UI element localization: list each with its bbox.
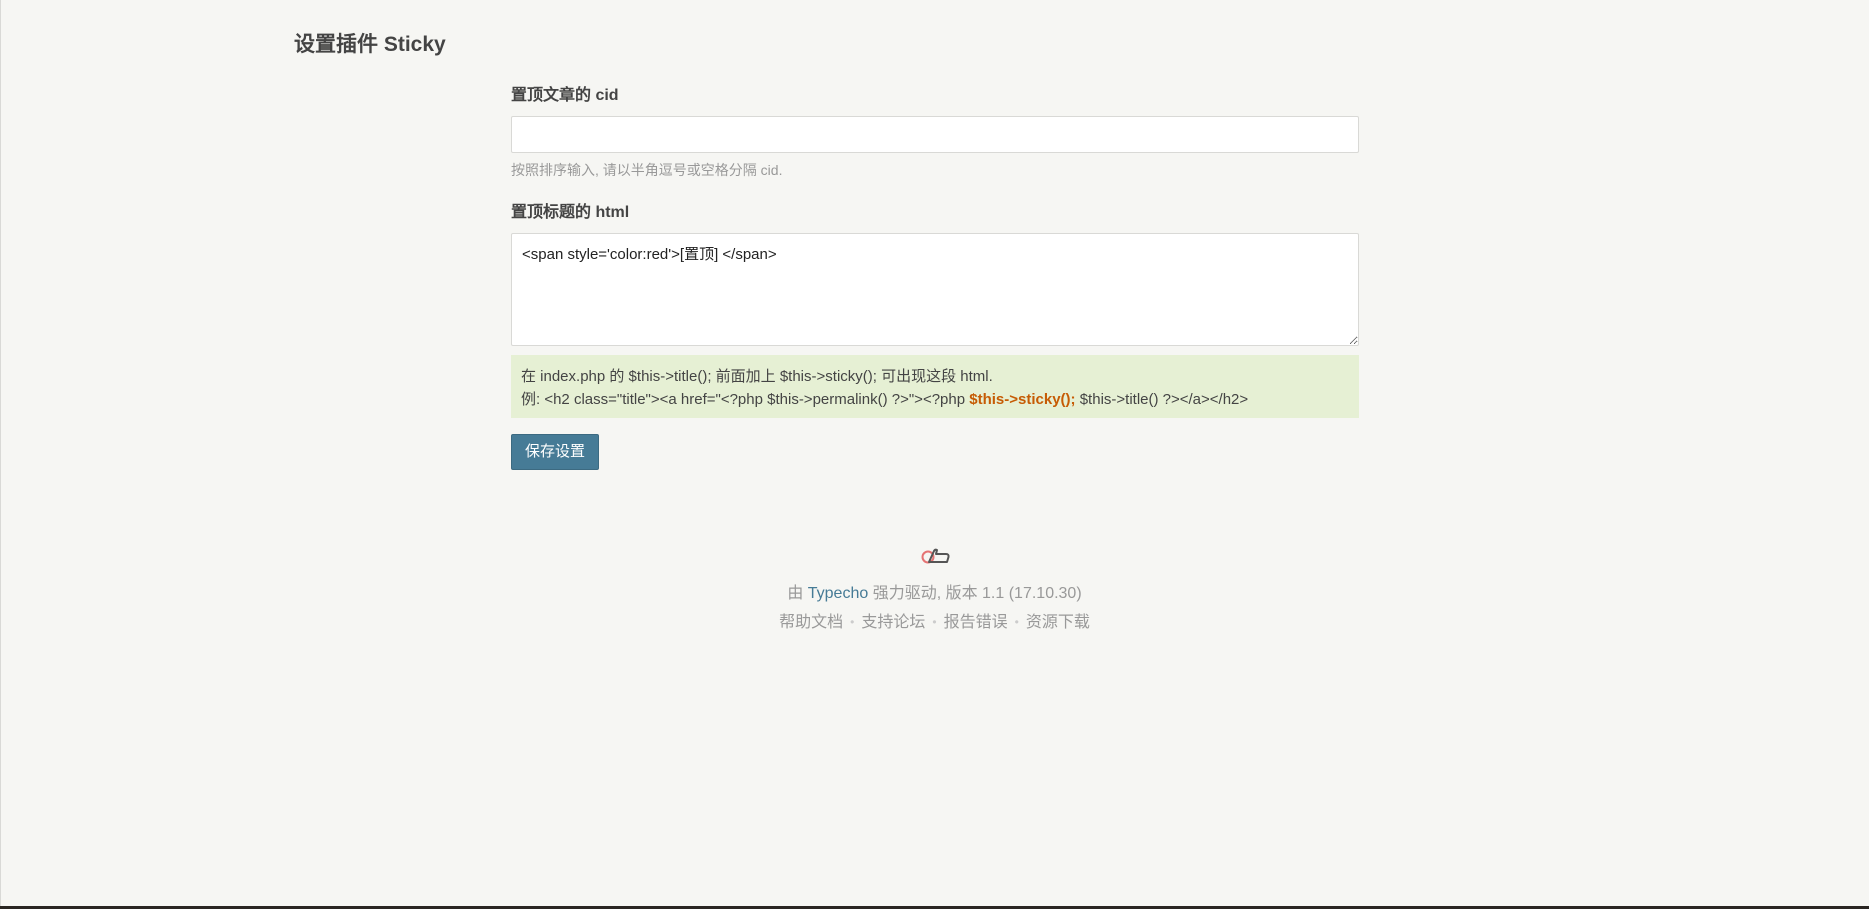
page-title: 设置插件 Sticky (294, 33, 446, 56)
info-line-2: 例: <h2 class="title"><a href="<?php $thi… (521, 388, 1349, 411)
html-textarea[interactable]: <span style='color:red'>[置顶] </span> (511, 233, 1359, 346)
typecho-logo-icon (921, 548, 950, 564)
field-group-html: 置顶标题的 html <span style='color:red'>[置顶] … (511, 203, 1359, 418)
typecho-logo-link[interactable] (0, 545, 1869, 567)
html-label: 置顶标题的 html (511, 204, 630, 221)
resources-download-link[interactable]: 资源下载 (1026, 614, 1090, 631)
typecho-link[interactable]: Typecho (808, 585, 868, 602)
info-line-2-prefix: 例: <h2 class="title"><a href="<?php $thi… (521, 391, 970, 408)
powered-by: 由 Typecho 强力驱动, 版本 1.1 (17.10.30) (787, 585, 1082, 602)
info-line-2-suffix: $this->title() ?></a></h2> (1075, 391, 1249, 408)
cid-label: 置顶文章的 cid (511, 87, 619, 104)
support-forum-link[interactable]: 支持论坛 (861, 614, 925, 631)
left-border (0, 0, 1, 909)
info-line-1: 在 index.php 的 $this->title(); 前面加上 $this… (521, 368, 993, 385)
page: 设置插件 Sticky 置顶文章的 cid 按照排序输入, 请以半角逗号或空格分… (0, 0, 1869, 909)
info-line-2-highlight: $this->sticky(); (969, 391, 1076, 408)
field-group-cid: 置顶文章的 cid 按照排序输入, 请以半角逗号或空格分隔 cid. (511, 86, 1359, 179)
save-settings-button[interactable]: 保存设置 (511, 434, 600, 470)
usage-info-box: 在 index.php 的 $this->title(); 前面加上 $this… (511, 355, 1359, 418)
report-bug-link[interactable]: 报告错误 (944, 614, 1008, 631)
cid-input[interactable] (511, 116, 1359, 153)
footer: 由 Typecho 强力驱动, 版本 1.1 (17.10.30) 帮助文档 • 支… (0, 545, 1869, 633)
plugin-settings-form: 置顶文章的 cid 按照排序输入, 请以半角逗号或空格分隔 cid. 置顶标题的… (511, 86, 1359, 470)
help-docs-link[interactable]: 帮助文档 (779, 614, 843, 631)
separator: • (850, 615, 855, 629)
footer-links: 帮助文档 • 支持论坛 • 报告错误 • 资源下载 (0, 611, 1869, 633)
cid-description: 按照排序输入, 请以半角逗号或空格分隔 cid. (511, 162, 783, 178)
separator: • (1014, 615, 1019, 629)
separator: • (932, 615, 937, 629)
